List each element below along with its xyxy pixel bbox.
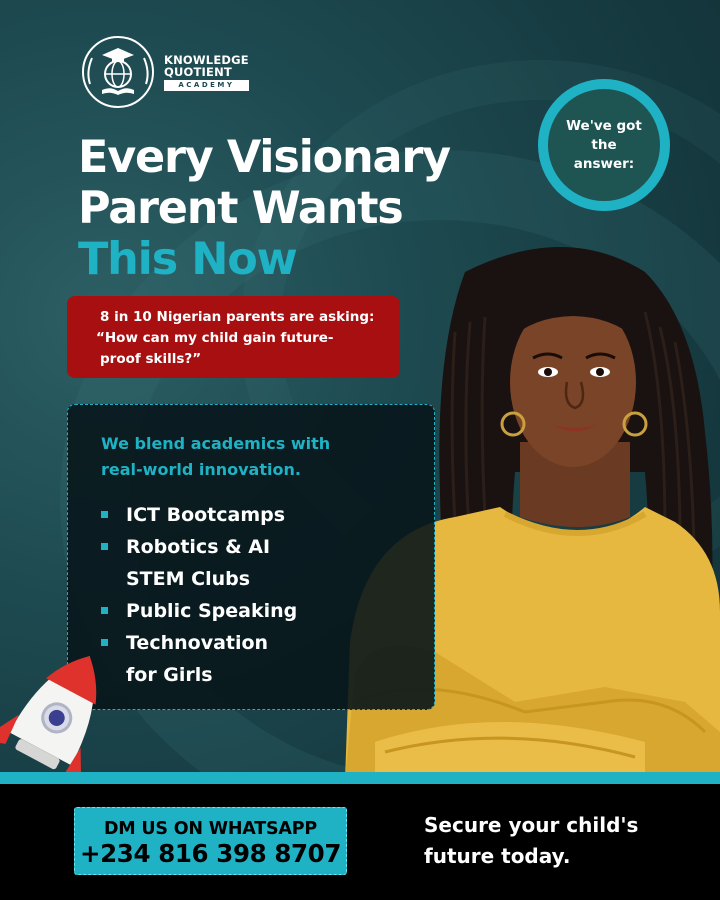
cta-label: DM US ON WHATSAPP <box>103 819 318 839</box>
list-item-label: Robotics & AI <box>126 536 271 558</box>
stat-line: 8 in 10 Nigerian parents are asking: <box>100 309 375 325</box>
headline-line: Every Visionary <box>78 132 451 183</box>
graduation-globe-logo-icon <box>82 36 154 108</box>
answer-badge: We've got the answer: <box>538 79 670 211</box>
whatsapp-cta-button[interactable]: DM US ON WHATSAPP +234 816 398 8707 <box>74 807 347 875</box>
list-item: Robotics & AI STEM Clubs <box>101 531 297 595</box>
list-item: ICT Bootcamps <box>101 499 297 531</box>
programs-intro: We blend academics with real-world innov… <box>101 431 330 483</box>
stat-line: “How can my child gain future- <box>96 330 334 346</box>
square-bullet-icon <box>101 511 108 518</box>
square-bullet-icon <box>101 607 108 614</box>
brand-name-line: QUOTIENT <box>164 64 232 79</box>
square-bullet-icon <box>101 543 108 550</box>
list-item-label: for Girls <box>126 664 213 686</box>
programs-panel: We blend academics with real-world innov… <box>67 404 435 710</box>
answer-badge-text: We've got the answer: <box>566 117 642 172</box>
brand-subtitle: ACADEMY <box>164 79 249 91</box>
programs-intro-line: We blend academics with <box>101 434 331 453</box>
list-item: Technovation for Girls <box>101 627 297 691</box>
programs-list: ICT Bootcamps Robotics & AI STEM Clubs P… <box>101 499 297 691</box>
list-item: Public Speaking <box>101 595 297 627</box>
academy-logo: KNOWLEDGE QUOTIENT ACADEMY <box>78 34 249 110</box>
list-item-label: Public Speaking <box>126 600 298 622</box>
stat-line: proof skills?” <box>100 351 202 367</box>
poster: KNOWLEDGE QUOTIENT ACADEMY We've got the… <box>0 0 720 900</box>
list-item-label: STEM Clubs <box>126 568 251 590</box>
list-item-label: Technovation <box>126 632 269 654</box>
list-item-label: ICT Bootcamps <box>126 504 286 526</box>
brand-name-line: KNOWLEDGE <box>164 52 249 67</box>
footer-accent-bar <box>0 772 720 784</box>
phone-number: +234 816 398 8707 <box>80 839 341 868</box>
programs-intro-line: real-world innovation. <box>101 460 301 479</box>
tagline-line: Secure your child's <box>424 813 639 837</box>
tagline-line: future today. <box>424 844 571 868</box>
headline-line: Parent Wants <box>78 183 404 234</box>
tagline: Secure your child's future today. <box>424 810 638 872</box>
